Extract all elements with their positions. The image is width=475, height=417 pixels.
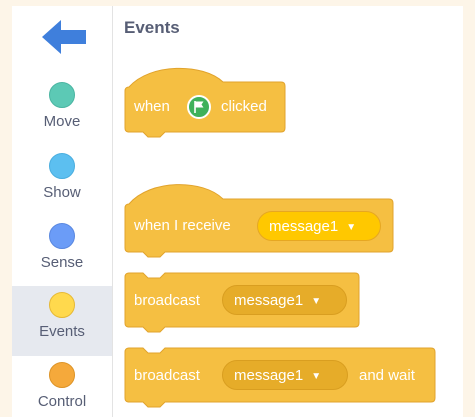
broadcast-block[interactable]: broadcast message1 ▼	[124, 272, 361, 337]
green-flag-icon	[187, 95, 211, 119]
message-dropdown-value: message1	[234, 367, 304, 384]
chevron-down-icon: ▼	[346, 222, 357, 233]
show-color-dot	[49, 153, 75, 179]
when-i-receive-label: when I receive	[134, 217, 231, 234]
category-sense-label: Sense	[40, 254, 84, 271]
broadcast-and-wait-block[interactable]: broadcast message1 ▼ and wait	[124, 347, 437, 412]
category-events[interactable]: Events	[12, 286, 112, 356]
when-i-receive-block[interactable]: when I receive message1 ▼	[124, 181, 395, 263]
broadcast-label: broadcast	[134, 367, 200, 384]
category-move-label: Move	[43, 113, 81, 130]
events-color-dot	[49, 292, 75, 318]
category-control[interactable]: Control	[12, 356, 112, 417]
when-flag-clicked-block[interactable]: when clicked	[124, 61, 287, 143]
category-move[interactable]: Move	[12, 76, 112, 146]
message-dropdown-value: message1	[234, 292, 304, 309]
message-dropdown[interactable]: message1 ▼	[222, 285, 347, 315]
back-arrow-icon	[42, 20, 86, 54]
control-color-dot	[49, 362, 75, 388]
when-label: when	[134, 98, 170, 115]
chevron-down-icon: ▼	[311, 296, 322, 307]
and-wait-label: and wait	[359, 367, 415, 384]
block-palette: Events when clicked when I receive messa	[113, 6, 463, 417]
message-dropdown-value: message1	[269, 218, 339, 235]
move-color-dot	[49, 82, 75, 108]
message-dropdown[interactable]: message1 ▼	[257, 211, 381, 241]
chevron-down-icon: ▼	[311, 371, 322, 382]
events-palette-window: Move Show Sense Events Control Events wh…	[12, 6, 463, 417]
message-dropdown[interactable]: message1 ▼	[222, 360, 348, 390]
category-control-label: Control	[37, 393, 87, 410]
sense-color-dot	[49, 223, 75, 249]
broadcast-label: broadcast	[134, 292, 200, 309]
category-events-label: Events	[39, 323, 85, 340]
category-sense[interactable]: Sense	[12, 217, 112, 287]
clicked-label: clicked	[221, 98, 267, 115]
back-button[interactable]	[42, 20, 86, 54]
section-title: Events	[124, 18, 180, 37]
category-sidebar: Move Show Sense Events Control	[12, 6, 113, 417]
category-show-label: Show	[43, 184, 81, 201]
category-show[interactable]: Show	[12, 147, 112, 217]
